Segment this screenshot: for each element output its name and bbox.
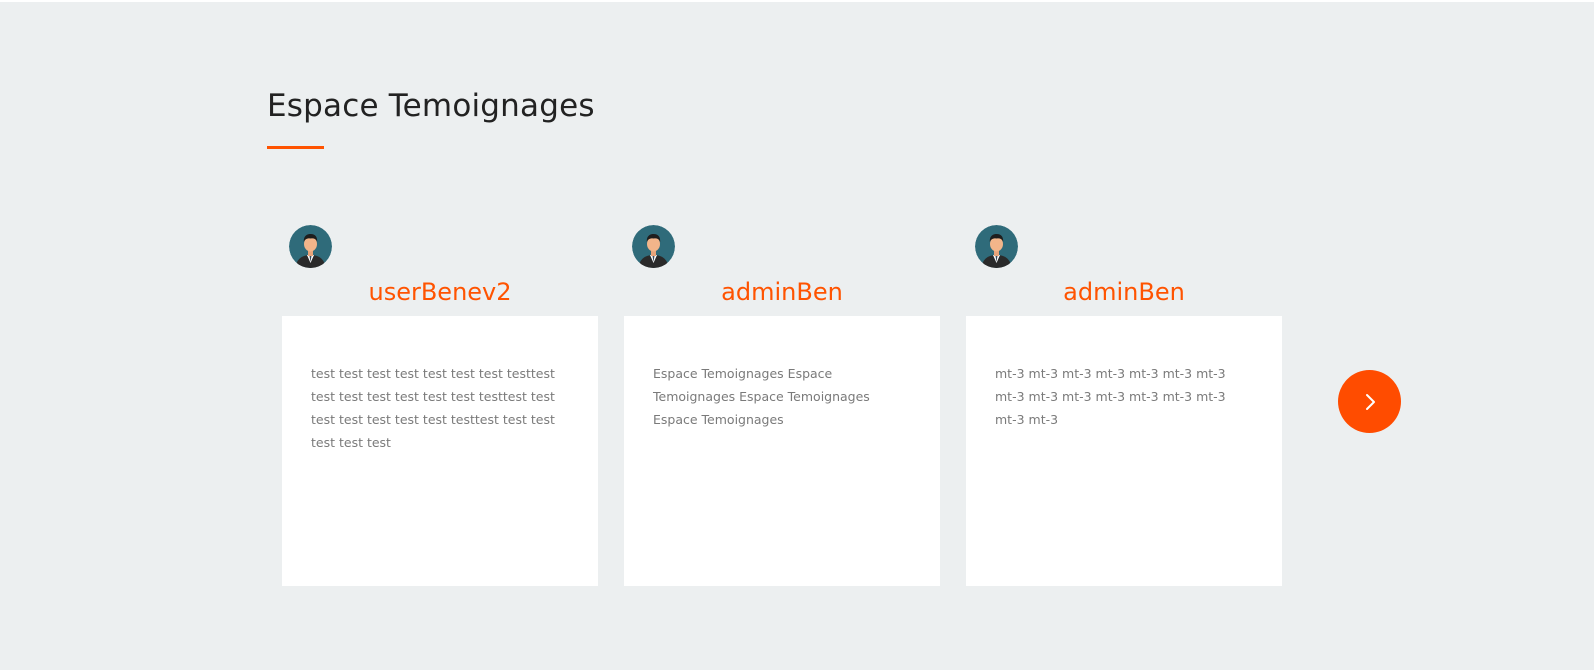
testimonial-card: mt-3 mt-3 mt-3 mt-3 mt-3 mt-3 mt-3 mt-3 … (966, 316, 1282, 586)
testimonial-author: adminBen (1063, 278, 1185, 306)
carousel-next-button[interactable] (1338, 370, 1401, 433)
title-underline (267, 146, 324, 149)
testimonial-card: Espace Temoignages Espace Temoignages Es… (624, 316, 940, 586)
testimonial-card: test test test test test test test testt… (282, 316, 598, 586)
chevron-right-icon (1365, 393, 1375, 410)
user-avatar-icon (632, 225, 675, 268)
testimonial-text: mt-3 mt-3 mt-3 mt-3 mt-3 mt-3 mt-3 mt-3 … (995, 366, 1226, 427)
user-avatar-icon (289, 225, 332, 268)
testimonial-author: adminBen (721, 278, 843, 306)
user-avatar-icon (975, 225, 1018, 268)
testimonial-author: userBenev2 (368, 278, 512, 306)
testimonial-text: test test test test test test test testt… (311, 366, 555, 450)
testimonial-text: Espace Temoignages Espace Temoignages Es… (653, 366, 870, 427)
testimonials-section: Espace Temoignages userBenev2 test test … (0, 2, 1594, 670)
section-title: Espace Temoignages (267, 88, 595, 124)
